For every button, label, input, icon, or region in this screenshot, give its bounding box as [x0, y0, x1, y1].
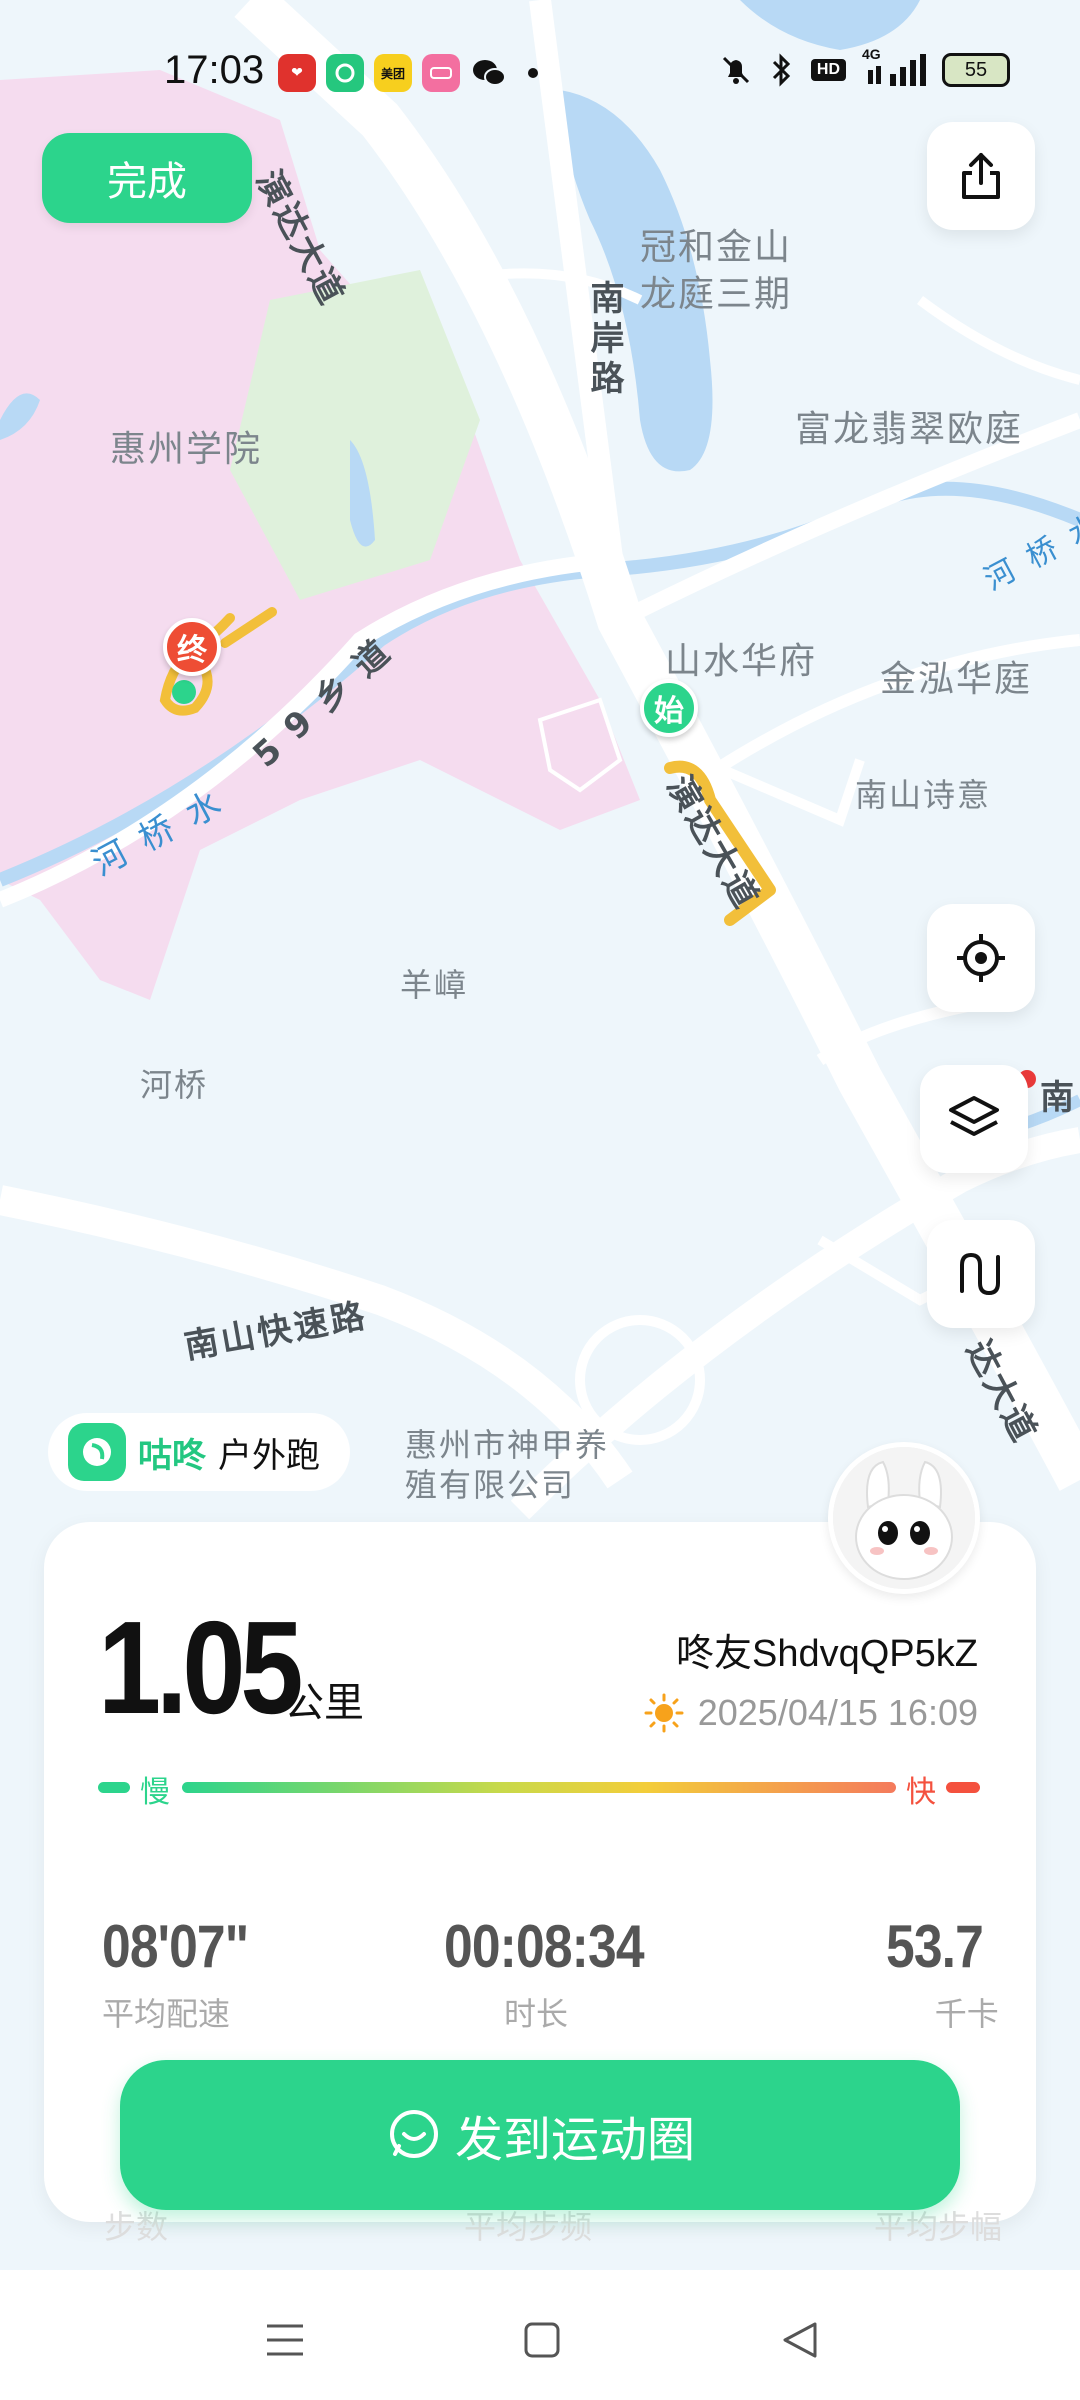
- pace-fast-cap: [946, 1782, 980, 1793]
- username: 咚友ShdvqQP5kZ: [676, 1633, 978, 1675]
- done-button[interactable]: 完成: [42, 133, 252, 223]
- avg-pace-label: 平均配速: [102, 1995, 231, 2033]
- pinduoduo-icon: ❤: [278, 54, 316, 92]
- locate-icon: [957, 934, 1005, 982]
- start-marker: 始: [640, 679, 698, 737]
- user-avatar[interactable]: [828, 1442, 980, 1594]
- calories-value: 53.7: [886, 1913, 984, 1980]
- map-label-shenjia-2: 殖有限公司: [405, 1466, 576, 1504]
- avg-pace-value: 08'07": [102, 1913, 249, 1980]
- map-label-jinhong: 金泓华庭: [880, 659, 1033, 700]
- post-to-sports-circle-button[interactable]: 发到运动圈: [120, 2060, 960, 2210]
- calories-label: 千卡: [934, 1995, 999, 2033]
- layers-button[interactable]: [920, 1065, 1028, 1173]
- bluetooth-icon: [772, 53, 791, 87]
- map-label-shanshui: 山水华府: [665, 641, 818, 682]
- nav-back-button[interactable]: [760, 2300, 840, 2380]
- pace-gradient: [182, 1782, 896, 1793]
- mute-icon: [722, 56, 749, 84]
- status-right: HD 4G 55: [719, 46, 1010, 88]
- pace-slow-cap: [98, 1782, 130, 1793]
- stat-duration: 00:08:34 时长: [444, 1912, 676, 2035]
- menu-icon: [267, 2324, 303, 2356]
- route-icon: [960, 1252, 1000, 1296]
- map-label-nanshan-poem: 南山诗意: [855, 776, 992, 814]
- stat-avg-pace: 08'07" 平均配速: [102, 1912, 272, 2035]
- nav-menu-button[interactable]: [245, 2300, 325, 2380]
- gudong-icon: [326, 54, 364, 92]
- distance-unit: 公里: [284, 1680, 364, 1726]
- pace-slow-label: 慢: [140, 1775, 170, 1810]
- road-label-nan-right: 南: [1040, 1078, 1077, 1118]
- map-label-yangzhang: 羊嶂: [400, 966, 469, 1004]
- brand-badge: 咕咚 户外跑: [48, 1413, 350, 1491]
- distance-value: 1.05: [98, 1594, 303, 1741]
- back-triangle-icon: [783, 2322, 817, 2358]
- road-label-nanan: 南岸路: [584, 280, 624, 400]
- system-nav-bar: [0, 2270, 1080, 2400]
- duration-value: 00:08:34: [444, 1913, 645, 1980]
- wechat-icon: [470, 54, 508, 92]
- brand-name: 咕咚: [138, 1435, 206, 1476]
- mascot-avatar-icon: [833, 1447, 975, 1589]
- map-label-guanhe-2: 龙庭三期: [640, 274, 793, 315]
- gudong-logo-icon: [68, 1423, 126, 1481]
- meituan-icon: 美团: [374, 54, 412, 92]
- hd-badge: HD: [810, 59, 846, 81]
- signal-icon: 4G: [862, 46, 926, 88]
- status-time: 17:03: [164, 48, 265, 92]
- chat-bubble-icon: [389, 2110, 438, 2158]
- stat-calories: 53.7 千卡: [886, 1912, 999, 2035]
- map-label-fulong: 富龙翡翠欧庭: [795, 409, 1024, 450]
- share-icon: [962, 153, 1000, 199]
- locate-button[interactable]: [927, 904, 1035, 1012]
- map-label-guanhe-1: 冠和金山: [640, 227, 793, 268]
- pace-fast-label: 快: [906, 1775, 936, 1810]
- track-style-button[interactable]: [927, 1220, 1035, 1328]
- status-bar: 17:03 ❤ 美团 HD 4G 55: [0, 0, 1080, 140]
- notification-dot-icon: [528, 68, 538, 78]
- app-pink-icon: [422, 54, 460, 92]
- date-row: 2025/04/15 16:09: [644, 1692, 978, 1734]
- map-label-heqiao: 河桥: [140, 1066, 209, 1104]
- pace-gradient-bar: 慢 快: [98, 1767, 980, 1810]
- sun-icon: [644, 1693, 684, 1733]
- post-to-sports-circle-label: 发到运动圈: [454, 2112, 695, 2168]
- duration-label: 时长: [504, 1995, 569, 2033]
- share-button[interactable]: [927, 122, 1035, 230]
- run-datetime: 2025/04/15 16:09: [697, 1692, 978, 1733]
- nav-home-button[interactable]: [502, 2300, 582, 2380]
- battery-indicator: 55: [942, 53, 1010, 87]
- brand-mode: 户外跑: [218, 1435, 320, 1476]
- end-marker: 终: [163, 618, 221, 676]
- map-label-huizhou-college: 惠州学院: [110, 429, 263, 470]
- home-square-icon: [524, 2322, 560, 2358]
- status-app-icons: ❤ 美团: [278, 54, 538, 92]
- layers-icon: [949, 1096, 999, 1136]
